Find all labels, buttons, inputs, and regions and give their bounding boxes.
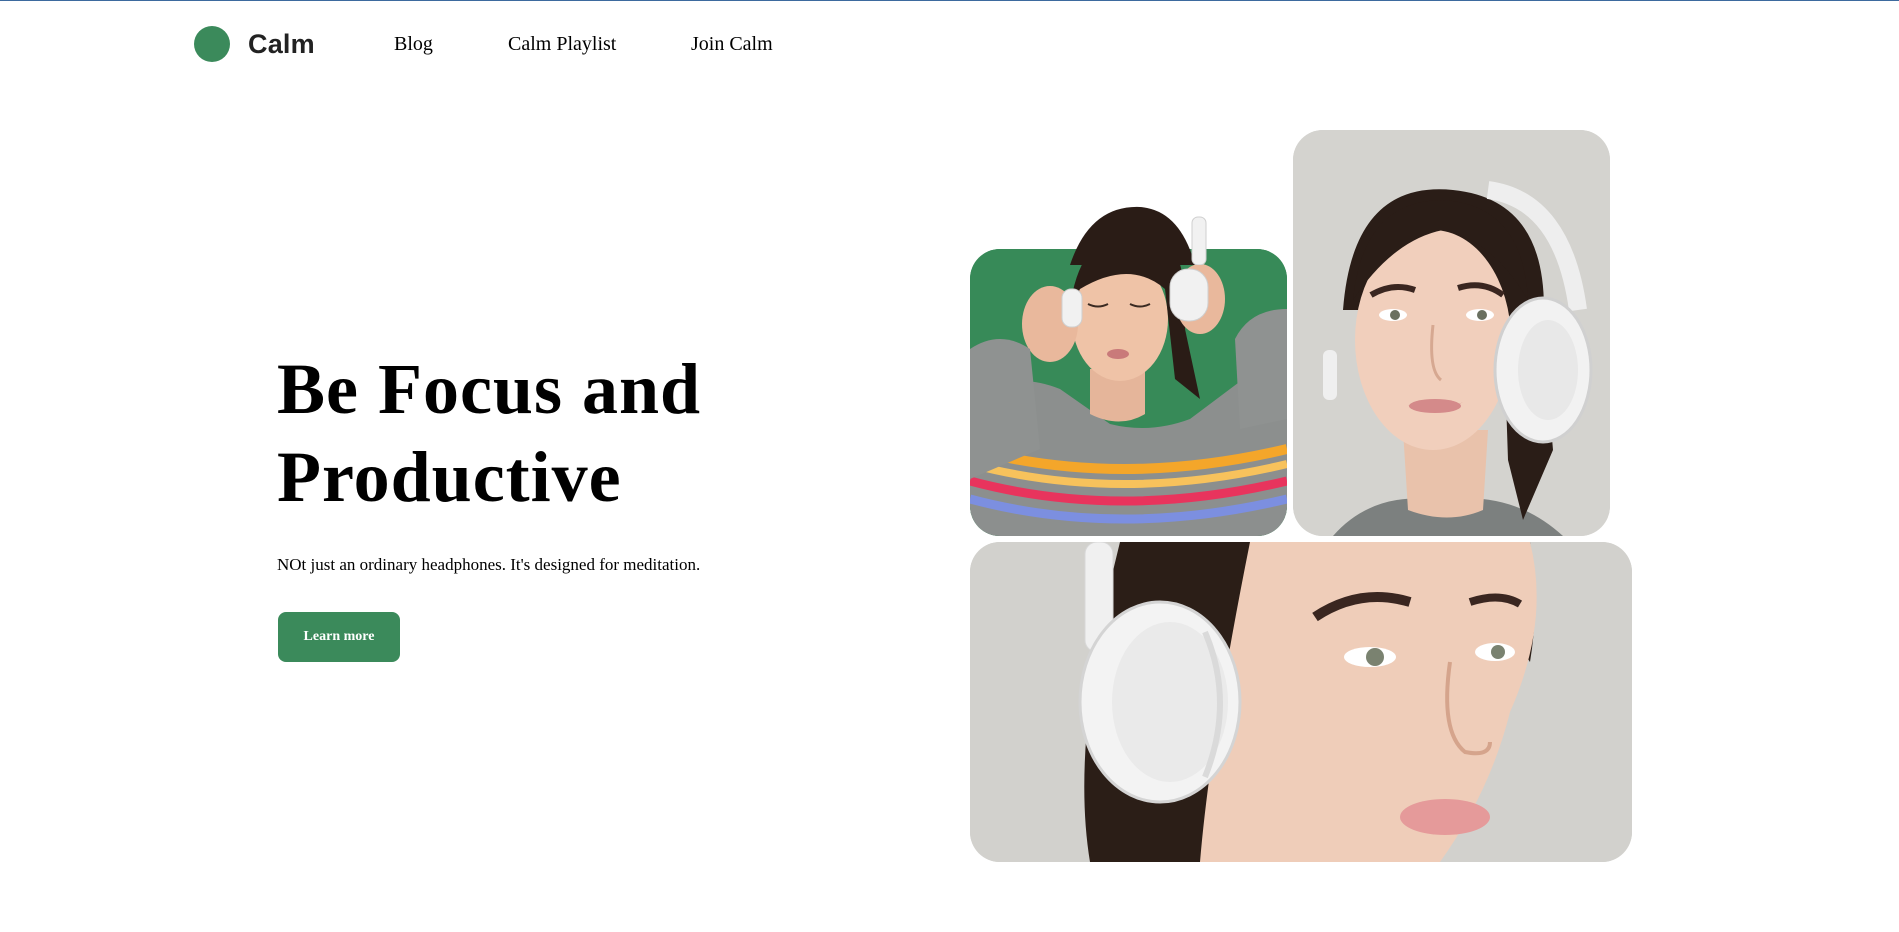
brand-logo[interactable]: Calm [194, 26, 315, 62]
nav-link-join-calm[interactable]: Join Calm [691, 33, 773, 56]
learn-more-button[interactable]: Learn more [278, 612, 400, 662]
woman-hair-overflow [970, 205, 1287, 265]
woman-headphones-portrait-photo [1293, 130, 1610, 536]
hero-subtitle: NOt just an ordinary headphones. It's de… [277, 555, 701, 574]
woman-headphones-green-photo [970, 249, 1287, 536]
logo-circle-icon [194, 26, 230, 62]
nav-link-blog[interactable]: Blog [394, 33, 433, 56]
top-border [0, 0, 1899, 1]
nav-link-calm-playlist[interactable]: Calm Playlist [508, 33, 616, 56]
woman-headphones-closeup-photo [970, 542, 1632, 862]
hero-title: Be Focus and Productive [277, 349, 702, 517]
brand-name: Calm [248, 28, 315, 59]
